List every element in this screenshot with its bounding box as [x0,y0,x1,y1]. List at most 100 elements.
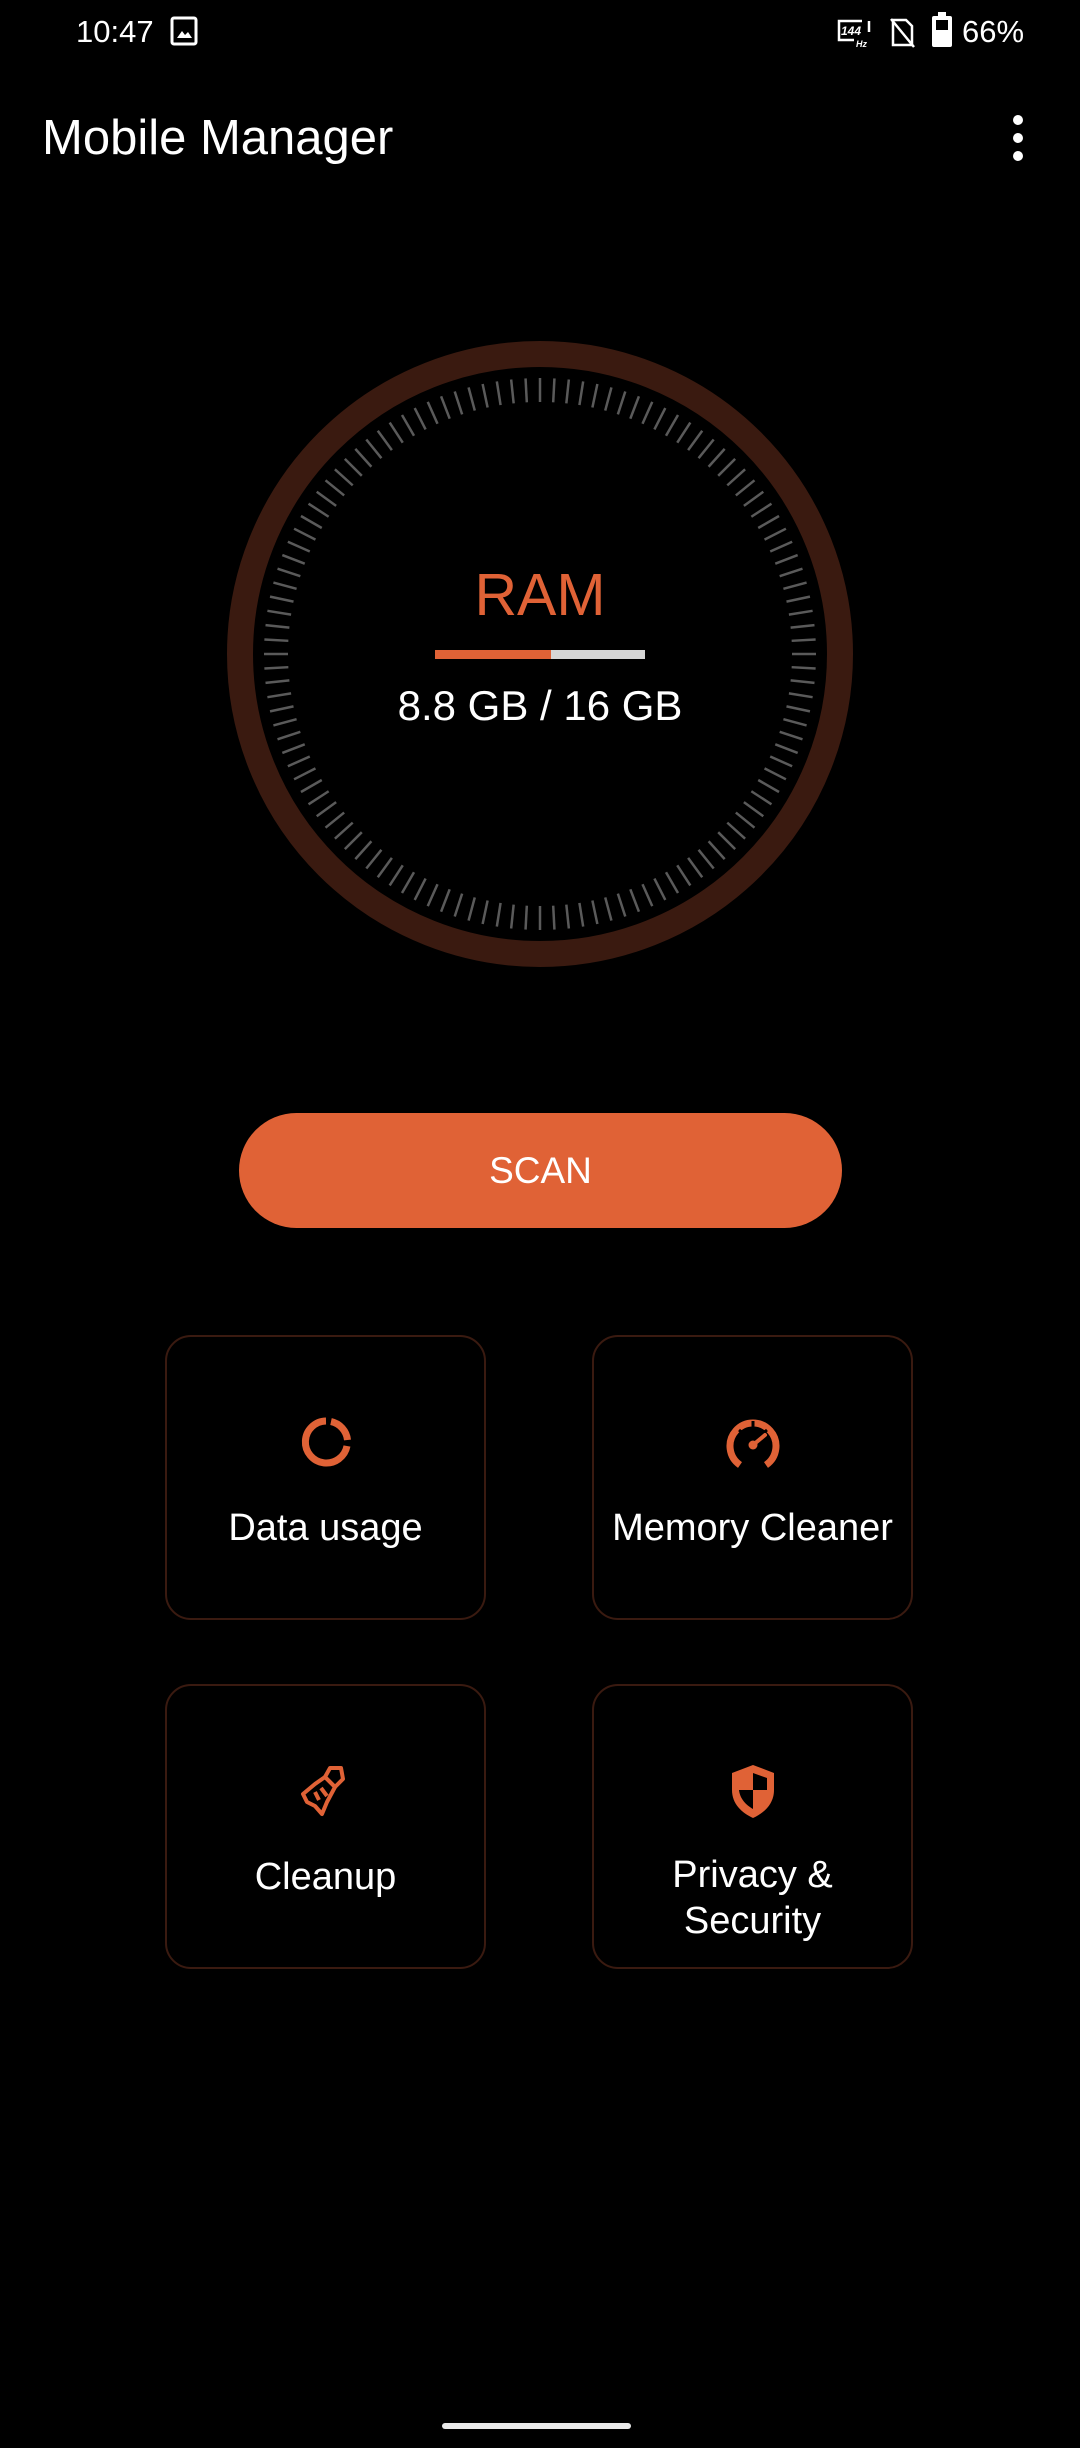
gauge-tick [453,893,464,917]
scan-button[interactable]: SCAN [239,1113,842,1228]
gauge-tick [763,527,787,541]
gauge-tick [707,840,726,860]
more-vert-icon-dot [1013,133,1023,143]
gauge-tick [604,897,613,921]
gauge-tick [687,429,704,451]
gauge-tick [495,902,502,927]
privacy-security-card[interactable]: Privacy & Security [592,1684,913,1969]
gauge-tick [565,379,571,404]
gauge-tick [267,609,292,616]
navigation-handle[interactable] [442,2423,631,2429]
battery-icon [932,12,952,47]
gauge-tick [653,407,667,431]
refresh-rate-144hz-icon: 144 Hz [837,19,871,48]
gauge-tick [551,905,556,930]
gauge-tick [287,540,311,553]
privacy-security-label-line2: Security [683,1900,822,1942]
gauge-tick [277,567,301,578]
gauge-tick [565,904,571,929]
gauge-tick [774,743,799,755]
gauge-tick [267,692,292,699]
gauge-tick [354,448,373,468]
gauge-tick [717,457,737,477]
gauge-tick [788,692,813,699]
gauge-tick [629,395,641,420]
gauge-tick [641,401,654,425]
gauge-tick [439,395,451,420]
gauge-tick [578,902,585,927]
gauge-tick [790,679,815,685]
gauge-tick [641,883,654,907]
gauge-tick [287,755,311,768]
gauge-tick [343,457,363,477]
gauge-tick [791,665,816,670]
gauge-tick [264,665,289,670]
gauge-tick [324,479,345,497]
gauge-tick [676,421,692,444]
gauge-tick [524,378,529,403]
gauge-tick [707,448,726,468]
gauge-tick [743,490,765,507]
gauge-tick [779,567,803,578]
gauge-tick [676,864,692,887]
gauge-tick [629,888,641,913]
gauge-tick [687,857,704,879]
data-usage-label: Data usage [228,1507,423,1549]
cleanup-label: Cleanup [254,1856,397,1898]
gauge-tick [664,871,680,894]
data-usage-icon [301,1417,351,1467]
gauge-tick [786,595,811,603]
gauge-tick [495,381,502,406]
gauge-tick [757,514,780,530]
gauge-tick [365,438,383,459]
gauge-tick [273,581,297,590]
gauge-tick [265,679,290,685]
gauge-tick [726,468,746,487]
gauge-tick [334,468,354,487]
cleanup-card[interactable]: Cleanup [165,1684,486,1969]
gauge-tick [426,401,439,425]
gauge-tick [750,790,773,806]
gauge-tick [324,811,345,829]
gauge-tick [788,609,813,616]
gauge-tick [426,883,439,907]
more-options-button[interactable] [1000,108,1036,168]
svg-text:Hz: Hz [856,39,867,48]
gauge-tick [791,638,816,643]
gauge-tick [757,778,780,794]
gauge-tick [388,864,404,887]
gauge-tick [509,904,515,929]
gauge-tick [726,821,746,840]
gauge-tick [300,778,323,794]
gauge-tick [664,414,680,437]
gauge-tick [604,387,613,411]
gauge-tick [334,821,354,840]
gauge-tick [735,811,756,829]
gauge-tick [269,595,294,603]
speedometer-icon [726,1419,779,1468]
more-vert-icon-dot [1013,115,1023,125]
gauge-tick [591,900,599,925]
gauge-tick [509,379,515,404]
gauge-tick [735,479,756,497]
gauge-tick [354,840,373,860]
shield-icon [731,1765,774,1818]
data-usage-card[interactable]: Data usage [165,1335,486,1620]
battery-percent: 66% [962,14,1025,49]
gauge-tick [717,831,737,851]
gauge-tick [697,849,715,870]
ram-label: RAM [474,562,606,628]
gauge-tick [790,623,815,629]
memory-cleaner-card[interactable]: Memory Cleaner [592,1335,913,1620]
app-title: Mobile Manager [42,111,394,165]
gauge-tick [453,391,464,415]
broom-icon [300,1766,345,1816]
gauge-tick [578,381,585,406]
ram-usage-bar-fill [435,650,551,659]
gauge-tick [281,553,306,565]
gauge-tick [616,893,627,917]
gauge-tick [343,831,363,851]
gauge-tick [551,378,556,403]
more-vert-icon-dot [1013,151,1023,161]
gauge-tick [307,790,330,806]
